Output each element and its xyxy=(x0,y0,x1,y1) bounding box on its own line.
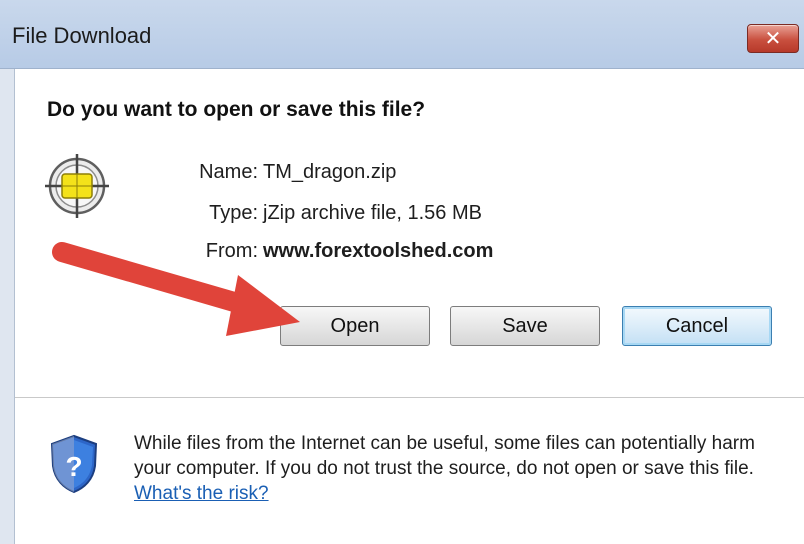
annotation-arrow xyxy=(52,242,300,336)
arrow-shape xyxy=(52,242,300,336)
file-download-window: File Download ✕ Do you want to open or s… xyxy=(0,0,804,544)
